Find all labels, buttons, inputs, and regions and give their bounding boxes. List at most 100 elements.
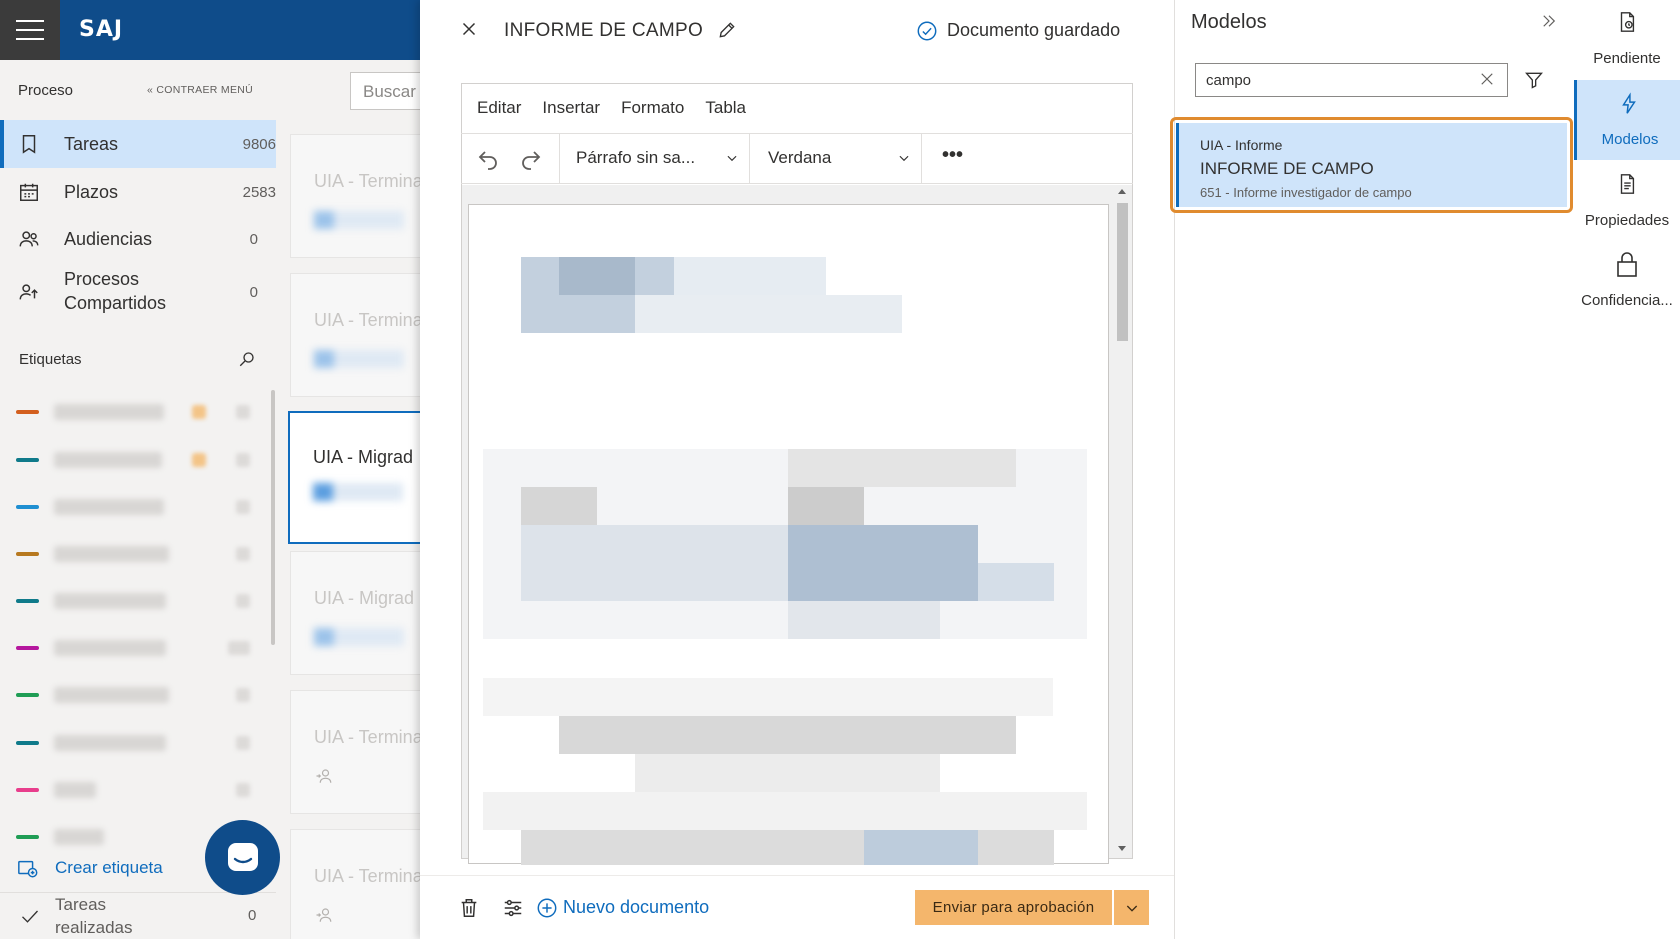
sliders-icon[interactable] xyxy=(502,897,524,919)
menu-editar[interactable]: Editar xyxy=(477,98,521,118)
double-chevron-right-icon[interactable] xyxy=(1540,12,1558,30)
calendar-icon xyxy=(20,183,38,201)
task-title: UIA - Migrad xyxy=(314,588,415,608)
tag-item[interactable] xyxy=(16,402,256,422)
sidebar-item-count: 2583 xyxy=(242,183,276,201)
more-options-icon[interactable]: ••• xyxy=(942,144,963,167)
sidebar: Proceso « CONTRAER MENÚ Tareas 9806 Plaz… xyxy=(0,60,276,939)
task-card[interactable]: UIA - Termina xyxy=(290,690,430,814)
sidebar-item-label: Compartidos xyxy=(64,293,167,313)
search-icon[interactable] xyxy=(238,350,256,368)
rail-item-pendiente[interactable]: Pendiente xyxy=(1574,0,1680,80)
editor-toolbar: Párrafo sin sa... Verdana ••• xyxy=(461,134,1133,184)
app-logo: SAJ xyxy=(79,17,124,42)
tag-item[interactable] xyxy=(16,685,256,705)
send-options-dropdown[interactable] xyxy=(1114,890,1149,925)
tag-item[interactable] xyxy=(16,450,256,470)
chat-button[interactable] xyxy=(205,820,280,895)
chevron-down-icon[interactable] xyxy=(897,151,911,165)
scroll-up-arrow-icon[interactable] xyxy=(1118,189,1126,194)
sidebar-item-procesos-compartidos[interactable]: Procesos Compartidos 0 xyxy=(0,262,276,322)
divider xyxy=(420,875,1174,876)
menu-tabla[interactable]: Tabla xyxy=(705,98,746,118)
collapse-menu-button[interactable]: « CONTRAER MENÚ xyxy=(147,84,253,96)
sidebar-scrollbar[interactable] xyxy=(271,390,275,645)
app-header xyxy=(0,0,420,60)
document-page[interactable] xyxy=(468,204,1109,865)
undo-icon[interactable] xyxy=(473,144,503,174)
rail-item-propiedades[interactable]: Propiedades xyxy=(1574,160,1680,240)
clear-icon[interactable] xyxy=(1478,70,1496,88)
task-card[interactable]: UIA - Migrad xyxy=(290,551,430,675)
models-panel-title: Modelos xyxy=(1191,11,1267,33)
send-for-approval-button[interactable]: Enviar para aprobación xyxy=(915,890,1112,925)
close-icon[interactable] xyxy=(458,18,480,40)
sidebar-item-count: 9806 xyxy=(242,135,276,153)
check-circle-icon xyxy=(917,21,937,41)
tag-item[interactable] xyxy=(16,733,256,753)
chevron-down-icon[interactable] xyxy=(725,151,739,165)
task-meta xyxy=(314,211,404,229)
tag-item[interactable] xyxy=(16,497,256,517)
task-card-selected[interactable]: UIA - Migrad xyxy=(288,411,428,544)
rail-item-label: Pendiente xyxy=(1593,50,1661,67)
model-list-item[interactable]: UIA - Informe INFORME DE CAMPO 651 - Inf… xyxy=(1170,117,1573,213)
document-title: INFORME DE CAMPO xyxy=(504,20,704,41)
task-card[interactable]: UIA - Termina xyxy=(290,829,430,939)
paragraph-style-select[interactable]: Párrafo sin sa... xyxy=(576,148,695,168)
shared-person-icon xyxy=(316,908,332,922)
tags-title: Etiquetas xyxy=(19,351,82,368)
document-clock-icon xyxy=(1620,12,1635,32)
tag-item[interactable] xyxy=(16,544,256,564)
toolbar-divider xyxy=(921,134,922,184)
tag-item[interactable] xyxy=(16,591,256,611)
sidebar-item-label: Plazos xyxy=(64,181,119,202)
done-tasks-line: Tareas xyxy=(55,895,107,914)
task-card[interactable]: UIA - Termina xyxy=(290,134,430,258)
task-meta xyxy=(314,628,404,646)
editor-scroll-thumb[interactable] xyxy=(1117,203,1128,341)
rail-item-label: Modelos xyxy=(1601,131,1659,148)
new-document-button[interactable]: Nuevo documento xyxy=(563,897,709,918)
trash-icon[interactable] xyxy=(458,897,480,919)
add-tag-icon xyxy=(18,860,38,878)
task-card[interactable]: UIA - Termina xyxy=(290,273,430,397)
tag-item[interactable] xyxy=(16,780,256,800)
scroll-down-arrow-icon[interactable] xyxy=(1118,846,1126,851)
done-tasks-label[interactable]: Tareas realizadas xyxy=(55,893,133,939)
task-title: UIA - Termina xyxy=(314,310,423,330)
add-circle-icon[interactable] xyxy=(536,897,558,919)
toolbar-divider xyxy=(559,134,560,184)
sidebar-item-count: 0 xyxy=(249,283,258,301)
redo-icon[interactable] xyxy=(516,144,546,174)
model-subtitle: 651 - Informe investigador de campo xyxy=(1200,185,1412,200)
pencil-icon[interactable] xyxy=(717,20,737,40)
filter-icon[interactable] xyxy=(1524,70,1544,90)
sidebar-item-label: Tareas xyxy=(64,133,119,154)
chevron-down-icon xyxy=(1126,905,1137,912)
menu-formato[interactable]: Formato xyxy=(621,98,684,118)
models-search-input[interactable] xyxy=(1195,63,1508,97)
shared-people-icon xyxy=(19,284,38,300)
create-tag-link[interactable]: Crear etiqueta xyxy=(55,858,163,878)
rail-item-modelos[interactable]: Modelos xyxy=(1574,80,1680,160)
task-title: UIA - Termina xyxy=(314,866,423,886)
sidebar-item-plazos[interactable]: Plazos 2583 xyxy=(0,168,276,216)
menu-insertar[interactable]: Insertar xyxy=(542,98,600,118)
sidebar-item-audiencias[interactable]: Audiencias 0 xyxy=(0,215,276,263)
sidebar-item-label: Procesos xyxy=(64,269,140,289)
people-icon xyxy=(19,231,39,247)
tag-item[interactable] xyxy=(16,638,256,658)
sidebar-item-tareas[interactable]: Tareas 9806 xyxy=(0,120,276,168)
task-search-input[interactable]: Buscar xyxy=(350,72,430,110)
task-title: UIA - Migrad xyxy=(313,447,414,467)
done-tasks-line: realizadas xyxy=(55,918,133,937)
rail-item-confidencial[interactable]: Confidencia... xyxy=(1574,240,1680,320)
toolbar-divider xyxy=(749,134,750,184)
task-title: UIA - Termina xyxy=(314,171,423,191)
rail-item-label: Propiedades xyxy=(1584,212,1670,229)
font-select[interactable]: Verdana xyxy=(768,148,831,168)
task-meta xyxy=(314,350,404,368)
hamburger-menu-icon[interactable] xyxy=(0,0,60,60)
model-name: INFORME DE CAMPO xyxy=(1200,159,1374,178)
